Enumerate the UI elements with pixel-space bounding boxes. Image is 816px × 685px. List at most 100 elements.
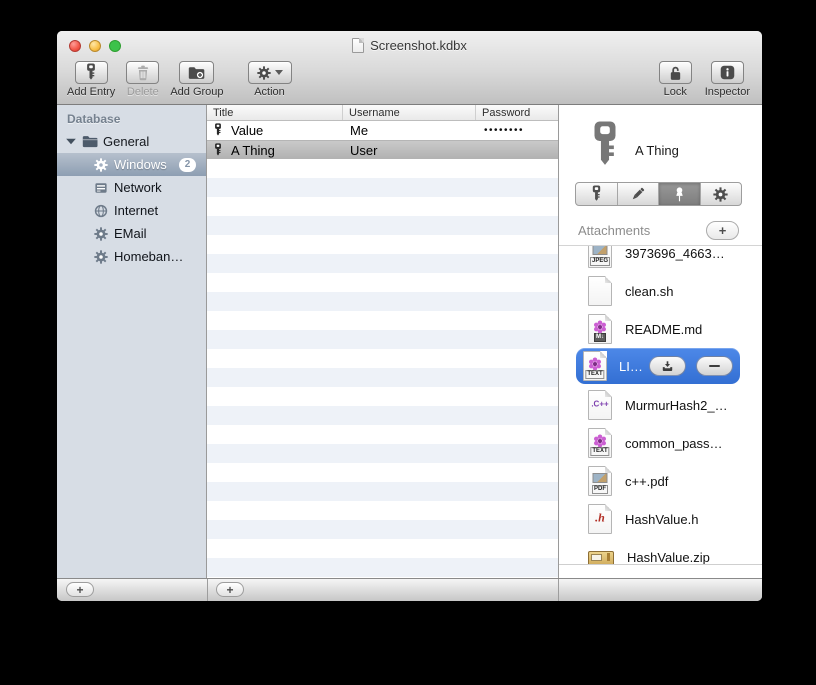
- sidebar-item-email[interactable]: EMail: [57, 222, 206, 245]
- inspector-label: Inspector: [704, 86, 750, 98]
- attachments-label: Attachments: [578, 222, 651, 238]
- pencil-icon: [630, 186, 646, 202]
- attachment-row-selected[interactable]: TEXT LI…: [576, 348, 740, 384]
- plain-file-icon: [588, 276, 612, 306]
- sidebar-item-label: General: [103, 134, 150, 149]
- lock-item: Lock: [658, 61, 692, 98]
- entry-password-cell: ••••••••: [484, 125, 525, 136]
- key-icon: [590, 120, 620, 174]
- attachment-row[interactable]: TEXT common_pass…: [559, 424, 762, 462]
- entry-title: A Thing: [635, 143, 679, 158]
- gear-icon: [94, 158, 108, 172]
- attachments-list: JPEG 3973696_4663… clean.sh M↓ README.md: [559, 245, 762, 565]
- remove-attachment-button[interactable]: [696, 356, 733, 376]
- window-title: Screenshot.kdbx: [370, 38, 467, 53]
- app-window: Screenshot.kdbx Add Entry Delete Add Gro…: [57, 31, 762, 601]
- disclosure-triangle-icon[interactable]: [66, 138, 76, 145]
- attachment-name: LI…: [619, 358, 643, 374]
- gear-icon: [713, 187, 728, 202]
- attachment-row[interactable]: HashValue.zip: [559, 538, 762, 565]
- attachment-row[interactable]: PDF c++.pdf: [559, 462, 762, 500]
- minimize-button[interactable]: [89, 40, 101, 52]
- attachment-name: clean.sh: [625, 283, 674, 299]
- table-stripes: [207, 159, 558, 578]
- main-content: Database General Windows 2 Network Inter…: [57, 105, 762, 578]
- column-header-username[interactable]: Username: [343, 105, 476, 120]
- pushpin-icon: [672, 187, 687, 202]
- add-entry-item: Add Entry: [67, 61, 115, 98]
- sidebar-item-windows[interactable]: Windows 2: [57, 153, 206, 176]
- markdown-file-icon: M↓: [588, 314, 612, 344]
- add-entry-footer-button[interactable]: +: [216, 582, 244, 597]
- sidebar-item-internet[interactable]: Internet: [57, 199, 206, 222]
- entry-title-cell: A Thing: [231, 142, 275, 158]
- inspector-tab-attachments[interactable]: [659, 183, 701, 205]
- add-attachment-button[interactable]: +: [706, 220, 739, 240]
- sidebar-item-label: Windows: [114, 157, 167, 172]
- flower-icon: [588, 356, 603, 371]
- sidebar-item-general[interactable]: General: [57, 130, 206, 153]
- inspector-button[interactable]: [710, 61, 744, 84]
- footer-divider: [558, 579, 559, 601]
- attachment-row[interactable]: M↓ README.md: [559, 310, 762, 348]
- gear-icon: [94, 250, 108, 264]
- attachment-row[interactable]: .h HashValue.h: [559, 500, 762, 538]
- delete-button[interactable]: [126, 61, 160, 84]
- sidebar-item-label: Network: [114, 180, 162, 195]
- server-icon: [94, 181, 108, 195]
- attachment-row[interactable]: clean.sh: [559, 272, 762, 310]
- close-button[interactable]: [69, 40, 81, 52]
- add-entry-button[interactable]: [74, 61, 108, 84]
- sidebar: Database General Windows 2 Network Inter…: [57, 105, 207, 578]
- traffic-lights: [69, 40, 121, 52]
- jpeg-file-icon: JPEG: [588, 246, 612, 268]
- column-header-password[interactable]: Password: [476, 105, 558, 120]
- inspector-tabs: [575, 182, 742, 206]
- sidebar-item-homebanking[interactable]: Homeban…: [57, 245, 206, 268]
- action-button[interactable]: [247, 61, 292, 84]
- chevron-down-icon: [274, 70, 283, 75]
- document-icon[interactable]: [352, 38, 365, 53]
- inspector-tab-general[interactable]: [576, 183, 618, 205]
- delete-label: Delete: [126, 86, 159, 98]
- attachment-name: README.md: [625, 321, 703, 337]
- save-attachment-button[interactable]: [649, 356, 686, 376]
- lock-button[interactable]: [658, 61, 692, 84]
- key-icon: [213, 143, 223, 158]
- flower-icon: [593, 319, 608, 334]
- export-tray-icon: [661, 360, 674, 373]
- zoom-button[interactable]: [109, 40, 121, 52]
- table-row[interactable]: Value Me ••••••••: [207, 121, 558, 140]
- column-header-title[interactable]: Title: [207, 105, 343, 120]
- entry-table: Title Username Password Value Me •••••••…: [207, 105, 559, 578]
- attachment-name: HashValue.zip: [627, 549, 710, 565]
- inspector-tab-settings[interactable]: [701, 183, 742, 205]
- action-label: Action: [254, 86, 285, 98]
- delete-item: Delete: [126, 61, 160, 98]
- gear-icon: [94, 227, 108, 241]
- inspector-tab-edit[interactable]: [618, 183, 659, 205]
- table-row[interactable]: A Thing User: [207, 140, 558, 159]
- add-group-button[interactable]: [179, 61, 215, 84]
- gear-icon: [257, 66, 271, 80]
- attachment-name: 3973696_4663…: [625, 245, 725, 261]
- titlebar[interactable]: Screenshot.kdbx: [57, 31, 762, 60]
- attachment-row[interactable]: JPEG 3973696_4663…: [559, 245, 762, 272]
- attachment-row[interactable]: .C++ MurmurHash2_…: [559, 386, 762, 424]
- sidebar-item-label: Homeban…: [114, 249, 184, 264]
- add-group-label: Add Group: [170, 86, 224, 98]
- action-item: Action: [247, 61, 292, 98]
- c-header-file-icon: .h: [588, 504, 612, 534]
- add-entry-label: Add Entry: [67, 86, 116, 98]
- trash-icon: [136, 65, 150, 81]
- info-icon: [720, 65, 735, 80]
- entry-title-cell: Value: [231, 123, 264, 138]
- add-group-footer-button[interactable]: +: [66, 582, 94, 597]
- sidebar-header: Database: [67, 112, 121, 126]
- attachment-name: common_pass…: [625, 435, 723, 451]
- footer-divider: [207, 579, 208, 601]
- globe-icon: [94, 204, 108, 218]
- sidebar-item-label: Internet: [114, 203, 159, 218]
- sidebar-item-network[interactable]: Network: [57, 176, 206, 199]
- entry-count-badge: 2: [178, 157, 197, 172]
